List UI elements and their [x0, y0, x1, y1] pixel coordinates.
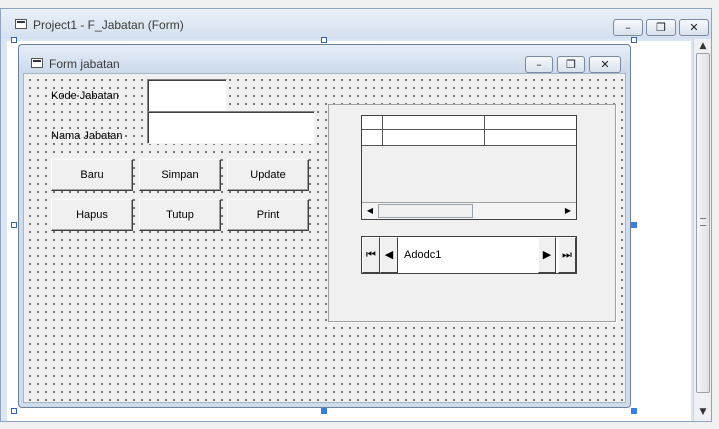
print-button-label: Print [256, 209, 280, 221]
update-button-label: Update [250, 169, 286, 181]
nama-jabatan-input[interactable] [147, 111, 315, 144]
form-client-area[interactable]: Kode Jabatan Nama Jabatan Baru Simpan Up… [23, 73, 626, 403]
designer-title-bar[interactable]: Project1 - F_Jabatan (Form) – ❐ ✕ [1, 9, 711, 39]
resize-handle[interactable] [631, 37, 637, 43]
scroll-up-icon[interactable]: ▲ [696, 39, 710, 53]
grid-row-line [362, 129, 576, 130]
adodc-caption: Adodc1 [404, 249, 442, 261]
baru-button-label: Baru [80, 169, 104, 181]
baru-button[interactable]: Baru [51, 159, 133, 191]
form-title-bar[interactable]: Form jabatan – ❐ ✕ [19, 45, 630, 73]
last-record-icon: ⏭ [562, 248, 572, 261]
designer-minimize-button[interactable]: – [613, 19, 643, 36]
form-title: Form jabatan [49, 57, 120, 71]
resize-handle[interactable] [321, 408, 327, 414]
grid-col-line [484, 116, 485, 146]
first-record-button[interactable]: ⏮ [362, 237, 380, 273]
resize-handle[interactable] [321, 37, 327, 43]
grid-row-line [362, 145, 576, 146]
hapus-button[interactable]: Hapus [51, 199, 133, 231]
grid-col-line [382, 116, 383, 146]
tutup-button[interactable]: Tutup [139, 199, 221, 231]
kode-jabatan-label: Kode Jabatan [51, 90, 119, 102]
form-icon [31, 58, 43, 68]
scroll-right-icon[interactable]: ▶ [561, 204, 575, 218]
previous-record-button[interactable]: ◀ [380, 237, 398, 273]
resize-handle[interactable] [11, 37, 17, 43]
next-record-button[interactable]: ▶ [538, 237, 556, 273]
grid-horizontal-scrollbar[interactable]: ◀ ▶ [362, 202, 576, 219]
previous-record-icon: ◀ [384, 248, 394, 261]
form-window-icon [15, 19, 27, 29]
close-icon: ✕ [600, 58, 610, 71]
resize-handle[interactable] [11, 408, 17, 414]
adodc-control[interactable]: ⏮ ◀ Adodc1 ▶ ⏭ [361, 236, 577, 274]
designer-title: Project1 - F_Jabatan (Form) [33, 18, 184, 32]
hapus-button-label: Hapus [76, 209, 108, 221]
restore-icon: ❐ [566, 58, 576, 71]
resize-handle[interactable] [11, 222, 17, 228]
scroll-thumb[interactable] [696, 53, 710, 393]
close-icon: ✕ [689, 21, 699, 34]
scroll-left-icon[interactable]: ◀ [363, 204, 377, 218]
form-minimize-button[interactable]: – [525, 56, 553, 73]
form-jabatan[interactable]: Form jabatan – ❐ ✕ Kode Jabatan Nama Jab… [18, 44, 631, 408]
vertical-scrollbar[interactable]: ▲ ▼ [693, 39, 711, 421]
form-close-button[interactable]: ✕ [589, 56, 621, 73]
first-record-icon: ⏮ [366, 248, 376, 261]
resize-handle[interactable] [631, 408, 637, 414]
designer-close-button[interactable]: ✕ [679, 19, 709, 36]
resize-handle[interactable] [631, 222, 637, 228]
simpan-button[interactable]: Simpan [139, 159, 221, 191]
nama-jabatan-label: Nama Jabatan [51, 130, 123, 142]
restore-icon: ❐ [656, 21, 666, 34]
scroll-down-icon[interactable]: ▼ [696, 405, 710, 419]
next-record-icon: ▶ [542, 248, 552, 261]
update-button[interactable]: Update [227, 159, 309, 191]
tutup-button-label: Tutup [166, 209, 194, 221]
data-frame[interactable]: ◀ ▶ ⏮ ◀ Adodc1 ▶ ⏭ [328, 104, 616, 322]
minimize-icon: – [625, 21, 631, 34]
simpan-button-label: Simpan [161, 169, 199, 181]
grid-header-area [362, 116, 576, 146]
print-button[interactable]: Print [227, 199, 309, 231]
last-record-button[interactable]: ⏭ [558, 237, 576, 273]
kode-jabatan-input[interactable] [147, 79, 227, 112]
form-restore-button[interactable]: ❐ [557, 56, 585, 73]
grid-scroll-thumb[interactable] [378, 204, 473, 218]
minimize-icon: – [536, 58, 542, 71]
datagrid[interactable]: ◀ ▶ [361, 115, 577, 220]
designer-restore-button[interactable]: ❐ [646, 19, 676, 36]
